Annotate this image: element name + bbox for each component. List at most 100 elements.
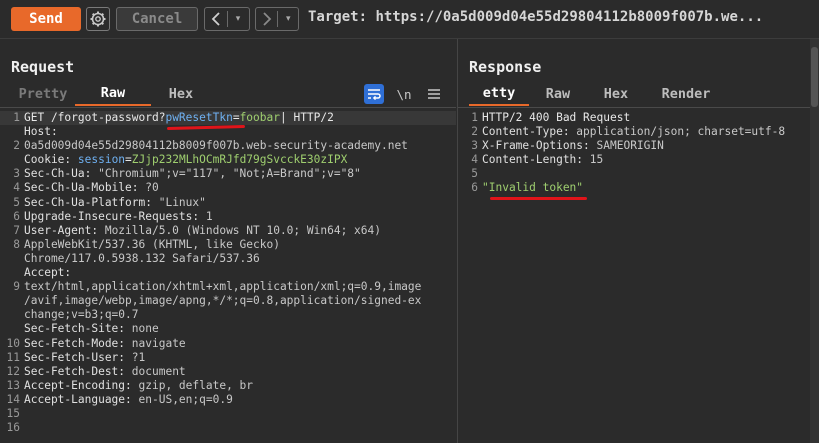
toolbar: Send Cancel ▾ ▾ Target: https://0a5d009d… [0,0,819,38]
request-editor[interactable]: 1 GET /forgot-password?pwResetTkn=foobar|… [0,111,456,435]
code-token: HTTP/2 400 Bad Request [482,111,631,124]
editor-line: 6 "Invalid token" [458,181,808,195]
code-token: Sec-Ch-Ua: [24,167,99,181]
editor-line: 5 Sec-Ch-Ua-Platform: "Linux" [0,196,456,210]
line-code: Host: [24,125,58,139]
tab-response-hex[interactable]: Hex [587,82,645,106]
code-token: navigate [131,336,186,350]
response-pane-title: Response [469,58,542,76]
tab-request-pretty[interactable]: Pretty [11,82,75,106]
code-token: Accept-Language: [24,392,139,406]
line-number: 11 [6,350,20,364]
line-number: 16 [6,421,20,435]
line-code: "Invalid token" [482,181,583,195]
line-number [0,252,24,266]
show-newlines-button[interactable]: \n [393,84,415,104]
editor-line: 3 X-Frame-Options: SAMEORIGIN [458,139,808,153]
line-number: 3 [471,139,478,153]
line-number: 15 [6,406,20,420]
code-token: en-US,en;q=0.9 [138,392,233,406]
tab-response-render[interactable]: Render [645,82,727,106]
line-code: change;v=b3;q=0.7 [24,308,139,322]
editor-line: 7 User-Agent: Mozilla/5.0 (Windows NT 10.… [0,224,456,238]
tab-response-etty[interactable]: etty [469,82,529,106]
back-button[interactable] [205,12,227,26]
code-token: User-Agent: [24,223,105,237]
editor-line: Cookie: session=ZJjp232MLhOCmRJfd79gSvcc… [0,153,456,167]
request-pane-title: Request [11,58,75,76]
line-number: 2 [471,125,478,139]
code-token: foobar [239,111,280,124]
line-code: Content-Length: 15 [482,153,603,167]
request-menu-button[interactable] [425,84,443,104]
line-number [0,294,24,308]
editor-line: Accept: [0,266,456,280]
annotation-underline-response [490,197,587,200]
code-token: change;v=b3;q=0.7 [24,308,139,322]
line-code: Accept: [24,266,71,280]
line-number: 1 [471,111,478,124]
code-token: Cookie: [24,153,78,167]
editor-line: 10 Sec-Fetch-Mode: navigate [0,337,456,351]
line-number: 7 [13,223,20,237]
send-button[interactable]: Send [11,7,81,31]
back-history-dropdown[interactable]: ▾ [228,14,248,24]
line-number [0,322,24,336]
wrap-lines-button[interactable] [364,84,384,104]
forward-history-dropdown[interactable]: ▾ [278,14,298,24]
response-scrollbar[interactable] [810,39,819,443]
line-number: 6 [471,181,478,195]
editor-line: change;v=b3;q=0.7 [0,308,456,322]
editor-line: 4 Content-Length: 15 [458,153,808,167]
tab-request-hex[interactable]: Hex [151,82,211,106]
code-token: GET /forgot-password? [24,111,166,124]
code-token: 0a5d009d04e55d29804112b8009f007b.web-sec… [24,139,408,153]
line-code: Upgrade-Insecure-Requests: 1 [24,210,213,224]
wrap-lines-icon [368,89,381,100]
code-token: Sec-Fetch-User: [24,350,132,364]
settings-button[interactable] [86,7,110,31]
code-token: SAMEORIGIN [596,139,664,153]
line-code: Sec-Ch-Ua-Mobile: ?0 [24,181,159,195]
code-token: Host: [24,125,58,139]
code-token: Accept-Encoding: [24,378,139,392]
response-editor[interactable]: 1 HTTP/2 400 Bad Request 2 Content-Type: ap… [458,111,808,196]
scrollbar-thumb[interactable] [811,47,818,107]
code-token: "Linux" [158,195,206,209]
line-code: Accept-Encoding: gzip, deflate, br [24,379,253,393]
editor-line: Sec-Fetch-Site: none [0,322,456,336]
code-token: ?1 [131,350,146,364]
tab-response-raw[interactable]: Raw [529,82,587,106]
line-number: 6 [13,209,20,223]
line-number: 14 [6,392,20,406]
line-number: 5 [13,195,20,209]
editor-line: 11 Sec-Fetch-User: ?1 [0,351,456,365]
forward-nav: ▾ [255,7,299,31]
editor-line: Chrome/117.0.5938.132 Safari/537.36 [0,252,456,266]
line-code: Cookie: session=ZJjp232MLhOCmRJfd79gSvcc… [24,153,347,167]
editor-line: 15 [0,407,456,421]
code-token: pwResetTkn [165,111,233,124]
line-code: Chrome/117.0.5938.132 Safari/537.36 [24,252,260,266]
tab-request-raw[interactable]: Raw [75,82,151,106]
code-token: Mozilla/5.0 (Windows NT 10.0; Win64; x64… [104,223,381,237]
code-token: /avif,image/webp,image/apng,*/*;q=0.8,ap… [24,294,422,308]
chevron-left-icon [211,12,220,26]
target-display[interactable]: Target: https://0a5d009d04e55d29804112b8… [308,9,763,25]
line-code: HTTP/2 400 Bad Request [482,111,630,125]
code-token: = [125,153,132,167]
forward-button[interactable] [256,12,277,26]
code-token: "Invalid token" [482,181,584,195]
line-code: Sec-Fetch-User: ?1 [24,351,145,365]
code-token: Chrome/117.0.5938.132 Safari/537.36 [24,251,260,265]
line-number [0,153,24,167]
line-number: 2 [13,139,20,153]
code-token: application/json; charset=utf-8 [576,125,786,139]
pane-splitter[interactable] [457,39,458,443]
code-token: gzip, deflate, br [138,378,254,392]
gear-icon [90,11,106,27]
editor-line: 3 Sec-Ch-Ua: "Chromium";v="117", "Not;A=B… [0,167,456,181]
request-tab-divider [0,107,456,108]
code-token: session [77,153,126,167]
cancel-button[interactable]: Cancel [116,7,198,31]
